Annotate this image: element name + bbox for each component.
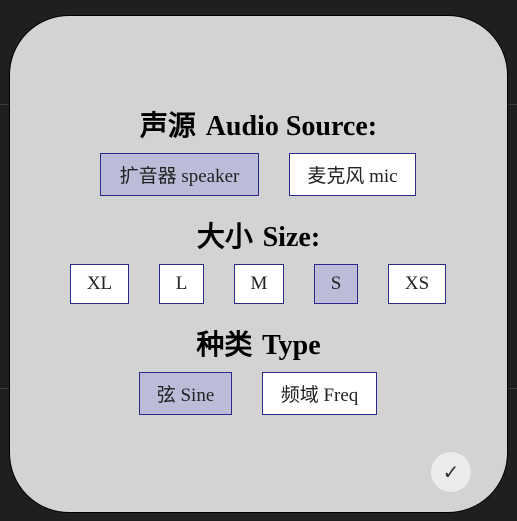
size-l-button[interactable]: L — [159, 264, 204, 304]
check-icon: ✓ — [442, 460, 460, 484]
size-heading-cjk: 大小 — [196, 220, 253, 253]
audio-source-heading: 声源 Audio Source: — [10, 104, 507, 144]
type-heading: 种类 Type — [10, 323, 507, 363]
audio-source-heading-cjk: 声源 — [139, 109, 196, 142]
source-speaker-button[interactable]: 扩音器 speaker — [100, 153, 259, 196]
audio-source-heading-latin: Audio Source: — [205, 111, 378, 142]
size-heading: 大小 Size: — [10, 215, 507, 255]
size-heading-latin: Size: — [262, 222, 321, 253]
type-freq-button[interactable]: 频域 Freq — [262, 372, 377, 415]
size-xl-button[interactable]: XL — [70, 264, 129, 304]
type-sine-button[interactable]: 弦 Sine — [139, 372, 232, 415]
settings-dialog: 声源 Audio Source: 扩音器 speaker 麦克风 mic 大小 … — [9, 15, 508, 513]
size-s-button[interactable]: S — [314, 264, 358, 304]
size-m-button[interactable]: M — [234, 264, 284, 304]
confirm-button[interactable]: ✓ — [431, 452, 471, 492]
size-xs-button[interactable]: XS — [388, 264, 446, 304]
source-mic-button[interactable]: 麦克风 mic — [289, 153, 416, 196]
type-heading-cjk: 种类 — [196, 328, 253, 361]
type-heading-latin: Type — [262, 330, 321, 361]
